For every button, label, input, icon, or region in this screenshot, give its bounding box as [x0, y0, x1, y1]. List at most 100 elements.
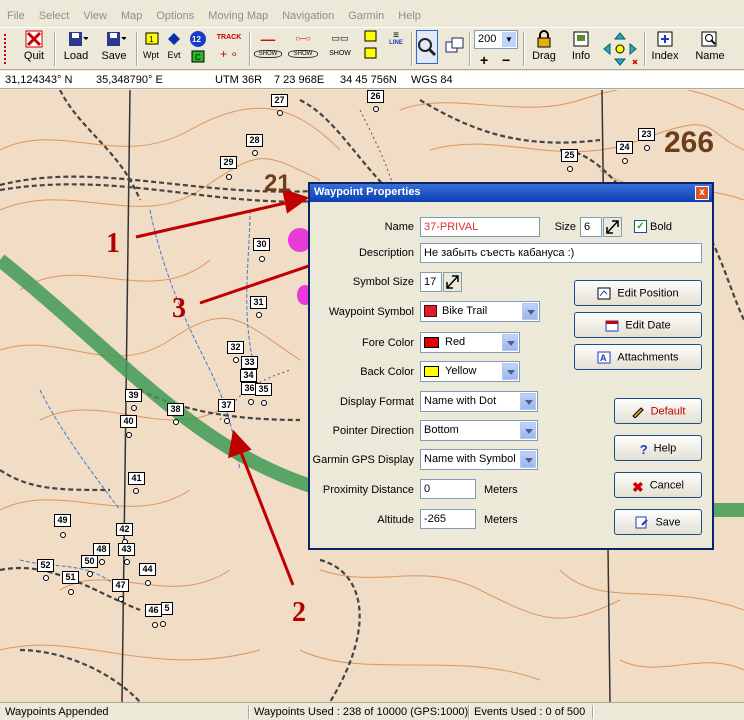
- line-button[interactable]: ≡ LINE: [384, 30, 408, 68]
- waypoint-marker[interactable]: 49: [54, 514, 71, 527]
- back-color-select[interactable]: Yellow: [420, 361, 520, 382]
- evt-button[interactable]: Evt: [164, 30, 184, 68]
- chevron-down-icon: [502, 334, 518, 351]
- load-button[interactable]: Load: [60, 30, 92, 68]
- waypoint-marker[interactable]: 38: [167, 403, 184, 416]
- label-button[interactable]: [360, 30, 382, 68]
- track-button[interactable]: TRACK + ∘: [214, 30, 244, 68]
- menu-view[interactable]: View: [76, 8, 114, 22]
- show-line-button[interactable]: ▭▭ SHOW: [326, 30, 354, 68]
- waypoint-marker[interactable]: 30: [253, 238, 270, 251]
- wpt-button[interactable]: 1 Wpt: [142, 30, 160, 68]
- waypoint-marker[interactable]: 24: [616, 141, 633, 154]
- utm-zone-readout: UTM 36R: [215, 74, 263, 86]
- waypoints-used-status: Waypoints Used : 238 of 10000 (GPS:1000): [254, 706, 469, 718]
- waypoint-marker[interactable]: 44: [139, 563, 156, 576]
- route-icon: 12: [188, 30, 208, 48]
- coordinate-bar: 31,124343° N 35,348790° E UTM 36R 7 23 9…: [0, 71, 744, 89]
- description-field[interactable]: Не забыть съесть кабануса :): [420, 243, 702, 263]
- toolbar: Quit Load Save 1 Wpt Evt 12 C TRACK + ∘ …: [0, 27, 744, 70]
- waypoint-marker[interactable]: 52: [37, 559, 54, 572]
- menu-help[interactable]: Help: [391, 8, 428, 22]
- symbol-size-field[interactable]: 17: [420, 272, 442, 292]
- waypoint-marker[interactable]: 47: [112, 579, 129, 592]
- name-button[interactable]: Name: [690, 30, 730, 68]
- zoom-out-icon[interactable]: −: [502, 52, 510, 68]
- bold-checkbox[interactable]: ✓: [634, 220, 647, 233]
- default-button[interactable]: Default: [614, 398, 702, 424]
- garmin-gps-display-select[interactable]: Name with Symbol: [420, 449, 538, 470]
- show-label: SHOW: [254, 50, 282, 58]
- window-button[interactable]: [442, 30, 466, 68]
- altitude-field[interactable]: -265: [420, 509, 476, 529]
- size-picker-button[interactable]: [603, 217, 622, 237]
- zoom-select[interactable]: 200 ▼: [474, 30, 518, 49]
- cancel-button[interactable]: ✖ Cancel: [614, 472, 702, 498]
- save-dialog-button[interactable]: Save: [614, 509, 702, 535]
- menu-moving-map[interactable]: Moving Map: [201, 8, 275, 22]
- waypoint-marker[interactable]: 26: [367, 90, 384, 103]
- save-dialog-label: Save: [655, 516, 681, 529]
- index-button[interactable]: Index: [648, 30, 682, 68]
- waypoint-marker[interactable]: 35: [255, 383, 272, 396]
- show-route-button[interactable]: ○─○ SHOW: [288, 30, 318, 68]
- waypoint-marker[interactable]: 33: [241, 356, 258, 369]
- show-waypoints-button[interactable]: ━━━ SHOW: [254, 30, 282, 68]
- edit-position-button[interactable]: Edit Position: [574, 280, 702, 306]
- edit-date-button[interactable]: Edit Date: [574, 312, 702, 338]
- waypoint-marker[interactable]: 27: [271, 94, 288, 107]
- waypoint-marker[interactable]: 37: [218, 399, 235, 412]
- resize-icon: [604, 220, 621, 239]
- drag-button[interactable]: Drag: [528, 30, 560, 68]
- waypoint-marker[interactable]: 29: [220, 156, 237, 169]
- zoom-tool-button[interactable]: [416, 30, 438, 64]
- waypoint-marker[interactable]: 5: [161, 602, 173, 615]
- menu-file[interactable]: File: [0, 8, 32, 22]
- waypoint-marker[interactable]: 25: [561, 149, 578, 162]
- name-field[interactable]: 37-PRIVAL: [420, 217, 540, 237]
- waypoint-dot: [124, 559, 130, 565]
- pan-control[interactable]: [600, 30, 640, 68]
- waypoint-marker[interactable]: 43: [118, 543, 135, 556]
- menu-options[interactable]: Options: [149, 8, 201, 22]
- menu-select[interactable]: Select: [32, 8, 77, 22]
- waypoint-marker[interactable]: 31: [250, 296, 267, 309]
- display-format-select[interactable]: Name with Dot: [420, 391, 538, 412]
- pointer-direction-value: Bottom: [424, 424, 459, 436]
- waypoint-symbol-select[interactable]: Bike Trail: [420, 301, 540, 322]
- size-field[interactable]: 6: [580, 217, 602, 237]
- proximity-distance-field[interactable]: 0: [420, 479, 476, 499]
- waypoint-marker[interactable]: 50: [81, 555, 98, 568]
- attachments-button[interactable]: A Attachments: [574, 344, 702, 370]
- route-button[interactable]: 12 C: [188, 30, 208, 68]
- waypoint-marker[interactable]: 32: [227, 341, 244, 354]
- symbol-size-picker-button[interactable]: [443, 272, 462, 292]
- status-bar: Waypoints Appended Waypoints Used : 238 …: [0, 702, 744, 720]
- menu-navigation[interactable]: Navigation: [275, 8, 341, 22]
- waypoint-marker[interactable]: 42: [116, 523, 133, 536]
- save-button[interactable]: Save: [98, 30, 130, 68]
- quit-button[interactable]: Quit: [18, 30, 50, 68]
- pointer-direction-select[interactable]: Bottom: [420, 420, 538, 441]
- close-icon[interactable]: x: [695, 186, 709, 200]
- zoom-in-icon[interactable]: +: [480, 52, 488, 68]
- info-button[interactable]: Info: [566, 30, 596, 68]
- waypoint-marker[interactable]: 46: [145, 604, 162, 617]
- waypoint-marker[interactable]: 51: [62, 571, 79, 584]
- track-tools-icon: + ∘: [220, 47, 238, 61]
- fore-color-select[interactable]: Red: [420, 332, 520, 353]
- waypoint-marker[interactable]: 40: [120, 415, 137, 428]
- help-button[interactable]: ? Help: [614, 435, 702, 461]
- dialog-title-bar[interactable]: Waypoint Properties x: [310, 184, 712, 202]
- waypoint-dot: [160, 621, 166, 627]
- waypoint-marker[interactable]: 34: [240, 369, 257, 382]
- menu-garmin[interactable]: Garmin: [341, 8, 391, 22]
- waypoint-marker[interactable]: 23: [638, 128, 655, 141]
- attachment-icon: A: [597, 351, 611, 364]
- chevron-down-icon: [520, 393, 536, 410]
- menu-map[interactable]: Map: [114, 8, 149, 22]
- waypoint-marker[interactable]: 41: [128, 472, 145, 485]
- waypoint-marker[interactable]: 28: [246, 134, 263, 147]
- save-doc-icon: [635, 516, 649, 529]
- waypoint-marker[interactable]: 39: [125, 389, 142, 402]
